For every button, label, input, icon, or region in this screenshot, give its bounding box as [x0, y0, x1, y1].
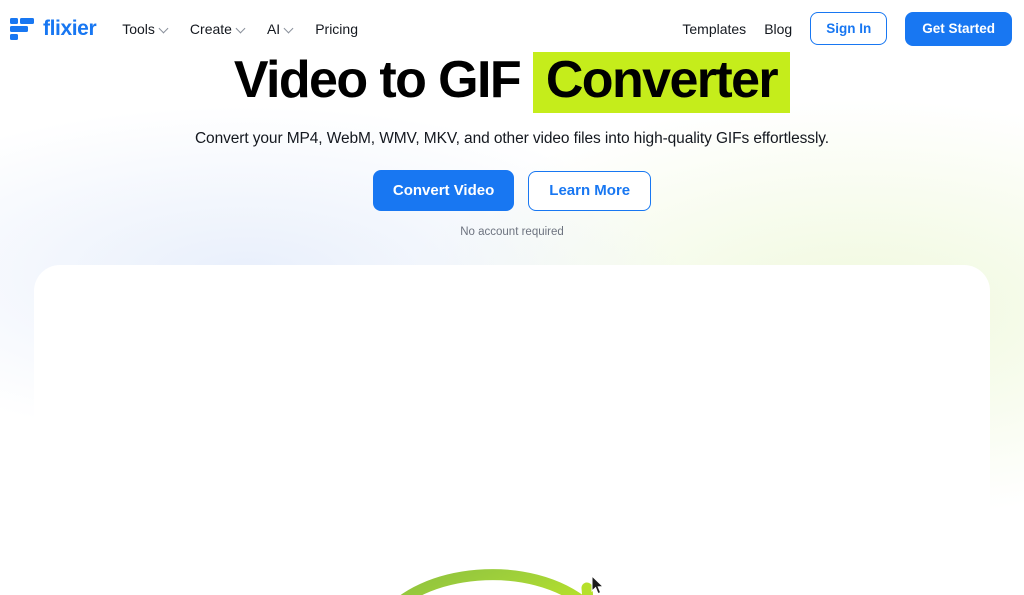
- chevron-down-icon: [285, 24, 294, 33]
- nav-item-templates[interactable]: Templates: [682, 21, 746, 37]
- nav-item-label: Create: [189, 20, 232, 37]
- sign-in-button[interactable]: Sign In: [810, 12, 888, 45]
- site-header: flixier Tools Create AI Pricing Template…: [0, 0, 1024, 57]
- chevron-down-icon: [237, 24, 246, 33]
- hero-subtitle: Convert your MP4, WebM, WMV, MKV, and ot…: [194, 130, 830, 148]
- hero-section: Video to GIF Converter Convert your MP4,…: [0, 52, 1024, 238]
- page-title-highlight: Converter: [532, 52, 791, 114]
- page-title-text: Video to GIF: [233, 51, 522, 109]
- nav-item-label: Tools: [122, 20, 155, 37]
- nav-item-pricing[interactable]: Pricing: [315, 21, 358, 37]
- flixier-logo-icon: [10, 17, 34, 40]
- curved-green-arrow-icon: [400, 569, 594, 595]
- hero-cta-group: Convert Video Learn More: [0, 170, 1024, 212]
- learn-more-button[interactable]: Learn More: [528, 170, 652, 211]
- nav-item-create[interactable]: Create: [190, 21, 246, 37]
- brand-name: flixier: [43, 16, 97, 40]
- chevron-down-icon: [160, 24, 169, 33]
- no-account-note: No account required: [460, 226, 564, 239]
- convert-video-button[interactable]: Convert Video: [372, 170, 515, 212]
- nav-item-blog[interactable]: Blog: [764, 21, 792, 37]
- brand-logo-link[interactable]: flixier: [10, 16, 97, 41]
- nav-item-ai[interactable]: AI: [267, 21, 294, 37]
- nav-item-label: AI: [266, 20, 281, 37]
- primary-nav: Tools Create AI Pricing: [122, 21, 358, 37]
- get-started-button[interactable]: Get Started: [905, 11, 1012, 46]
- page-title: Video to GIF Converter: [0, 51, 1024, 114]
- nav-item-tools[interactable]: Tools: [122, 21, 169, 37]
- secondary-nav: Templates Blog Sign In Get Started: [682, 11, 1012, 46]
- nav-item-label: Pricing: [315, 20, 358, 37]
- showcase-section: Video Frame Rate GIF: [0, 260, 1024, 595]
